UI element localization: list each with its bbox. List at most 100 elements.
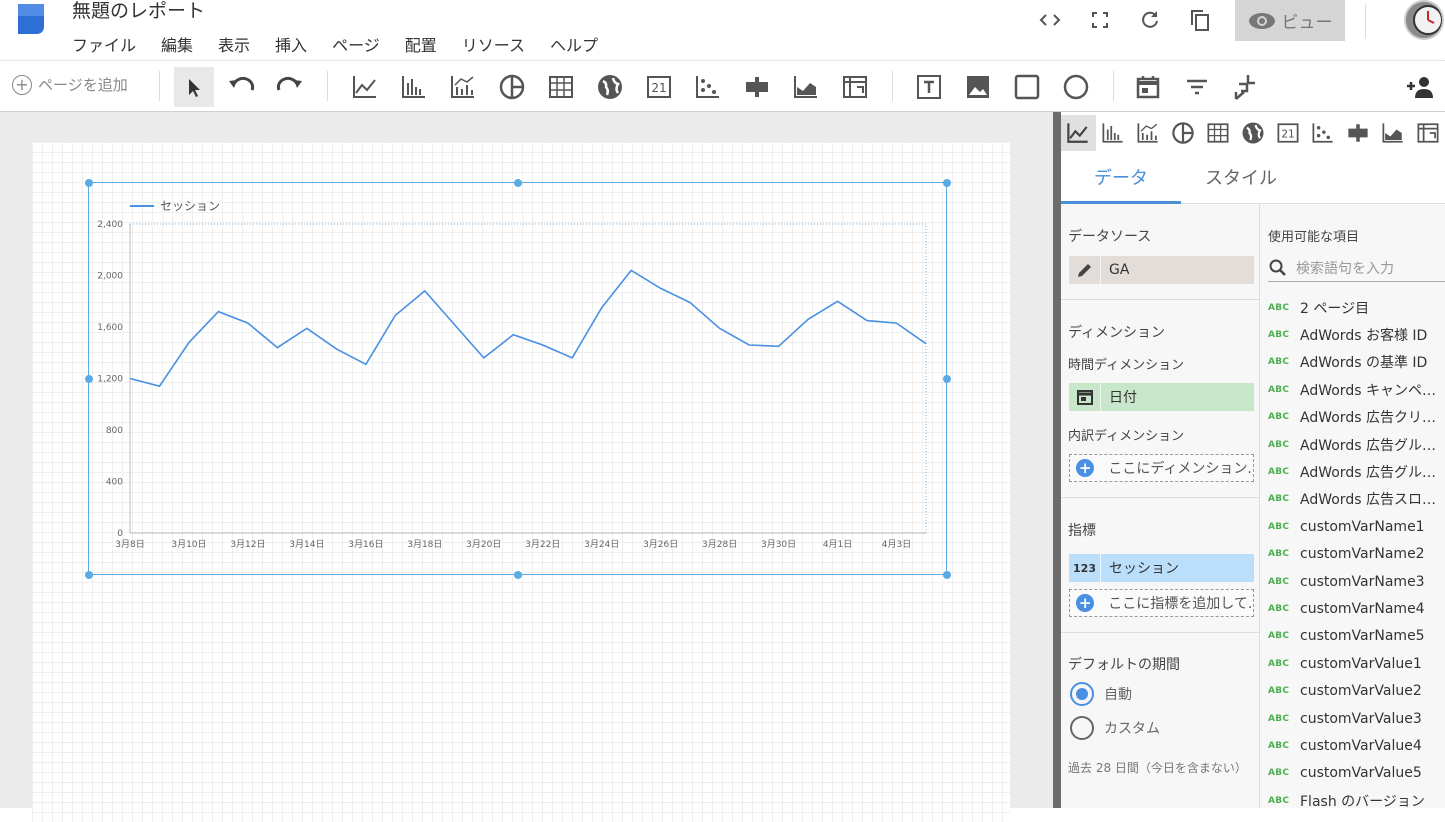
properties-panel: 21 データ スタイル データソース GA ディメンション 時間ディメンション …: [1053, 112, 1445, 808]
resize-handle-top[interactable]: [513, 178, 522, 187]
text-type-icon: ABC: [1268, 549, 1290, 560]
combo-chart-icon[interactable]: [447, 71, 479, 103]
date-range-icon[interactable]: [1132, 71, 1164, 103]
field-item[interactable]: ABC customVarName5: [1268, 623, 1445, 650]
data-control-icon[interactable]: [1230, 71, 1262, 103]
chart-type-scorecard[interactable]: 21: [1270, 115, 1305, 151]
field-item[interactable]: ABC Flash のバージョン: [1268, 787, 1445, 808]
resize-handle-bottom-right[interactable]: [942, 570, 951, 579]
tab-style[interactable]: スタイル: [1181, 156, 1301, 204]
menu-arrange[interactable]: 配置: [405, 32, 437, 56]
chart-type-scatter[interactable]: [1305, 115, 1340, 151]
circle-icon[interactable]: [1060, 71, 1092, 103]
add-dimension-dropzone[interactable]: + ここにディメンション...: [1069, 454, 1254, 482]
resize-handle-bottom-left[interactable]: [84, 570, 93, 579]
field-name: AdWords の基準 ID: [1300, 355, 1428, 372]
bar-chart-icon[interactable]: [398, 71, 430, 103]
radio-custom[interactable]: カスタム: [1070, 716, 1160, 740]
field-item[interactable]: ABC customVarName2: [1268, 541, 1445, 568]
field-item[interactable]: ABC customVarValue2: [1268, 677, 1445, 704]
field-item[interactable]: ABC customVarName1: [1268, 513, 1445, 540]
user-avatar[interactable]: [1404, 0, 1444, 40]
image-icon[interactable]: [962, 71, 994, 103]
text-box-icon[interactable]: [913, 71, 945, 103]
report-title[interactable]: 無題のレポート: [72, 0, 205, 23]
chart-type-combo[interactable]: [1131, 115, 1166, 151]
redo-icon[interactable]: [274, 71, 306, 103]
resize-handle-right[interactable]: [942, 374, 951, 383]
chart-type-table[interactable]: [1201, 115, 1236, 151]
field-item[interactable]: ABC AdWords 広告グループ: [1268, 431, 1445, 458]
radio-auto[interactable]: 自動: [1070, 682, 1132, 706]
field-item[interactable]: ABC AdWords キャンペー...: [1268, 376, 1445, 403]
data-source-name: GA: [1109, 262, 1130, 278]
field-name: AdWords 広告クリエ...: [1300, 410, 1445, 427]
chart-type-bullet[interactable]: [1340, 115, 1375, 151]
menu-view[interactable]: 表示: [218, 32, 250, 56]
menu-file[interactable]: ファイル: [72, 32, 136, 56]
metric-chip[interactable]: 123 セッション: [1069, 554, 1254, 582]
panel-resize-edge[interactable]: [1053, 112, 1061, 808]
select-tool-button[interactable]: [174, 67, 214, 107]
data-source-chip[interactable]: GA: [1069, 256, 1254, 284]
refresh-icon[interactable]: [1138, 8, 1162, 32]
chart-type-time-series[interactable]: [1061, 115, 1096, 151]
add-page-label: ページを追加: [38, 76, 128, 94]
field-item[interactable]: ABC customVarValue4: [1268, 732, 1445, 759]
resize-handle-bottom[interactable]: [513, 570, 522, 579]
field-item[interactable]: ABC AdWords 広告スロット: [1268, 486, 1445, 513]
menu-insert[interactable]: 挿入: [275, 32, 307, 56]
data-studio-logo-icon[interactable]: [14, 2, 48, 36]
undo-icon[interactable]: [225, 71, 257, 103]
add-page-button[interactable]: + ページを追加: [12, 74, 128, 95]
text-type-icon: ABC: [1268, 467, 1290, 478]
area-chart-icon[interactable]: [790, 71, 822, 103]
rectangle-icon[interactable]: [1011, 71, 1043, 103]
field-item[interactable]: ABC AdWords 広告クリエ...: [1268, 404, 1445, 431]
chart-type-pivot[interactable]: [1410, 115, 1445, 151]
embed-code-icon[interactable]: [1038, 8, 1062, 32]
field-search-input[interactable]: 検索語句を入力: [1268, 254, 1445, 282]
chart-type-bar[interactable]: [1096, 115, 1131, 151]
field-item[interactable]: ABC customVarValue3: [1268, 705, 1445, 732]
view-button-label: ビュー: [1281, 13, 1333, 33]
scorecard-icon[interactable]: 21: [643, 71, 675, 103]
pivot-table-icon[interactable]: [839, 71, 871, 103]
fullscreen-icon[interactable]: [1088, 8, 1112, 32]
chart-type-geo[interactable]: [1236, 115, 1271, 151]
menu-edit[interactable]: 編集: [161, 32, 193, 56]
report-page[interactable]: 0 400 800 1,200 1,600 2,000 2,400 3月8日 3月10日 3月12…: [32, 142, 1010, 822]
resize-handle-left[interactable]: [84, 374, 93, 383]
radio-unselected-icon: [1070, 716, 1094, 740]
resize-handle-top-right[interactable]: [942, 178, 951, 187]
field-item[interactable]: ABC AdWords お客様 ID: [1268, 321, 1445, 348]
field-item[interactable]: ABC customVarName3: [1268, 568, 1445, 595]
geo-map-icon[interactable]: [594, 71, 626, 103]
table-icon[interactable]: [545, 71, 577, 103]
time-dimension-chip[interactable]: 日付: [1069, 383, 1254, 411]
view-button[interactable]: ビュー: [1235, 0, 1345, 41]
pie-chart-icon[interactable]: [496, 71, 528, 103]
field-item[interactable]: ABC customVarValue5: [1268, 760, 1445, 787]
tab-data[interactable]: データ: [1061, 156, 1181, 204]
resize-handle-top-left[interactable]: [84, 178, 93, 187]
field-item[interactable]: ABC customVarValue1: [1268, 650, 1445, 677]
menu-page[interactable]: ページ: [332, 32, 380, 56]
pencil-icon[interactable]: [1069, 256, 1101, 284]
bullet-chart-icon[interactable]: [741, 71, 773, 103]
menu-help[interactable]: ヘルプ: [550, 32, 598, 56]
scatter-chart-icon[interactable]: [692, 71, 724, 103]
copy-icon[interactable]: [1188, 8, 1212, 32]
field-item[interactable]: ABC AdWords の基準 ID: [1268, 349, 1445, 376]
share-add-person-icon[interactable]: [1404, 71, 1436, 103]
field-item[interactable]: ABC AdWords 広告グルー...: [1268, 458, 1445, 485]
chart-selection-frame[interactable]: [84, 178, 951, 579]
filter-control-icon[interactable]: [1181, 71, 1213, 103]
time-series-chart-icon[interactable]: [349, 71, 381, 103]
menu-resource[interactable]: リソース: [462, 32, 525, 56]
chart-type-area[interactable]: [1375, 115, 1410, 151]
add-metric-dropzone[interactable]: + ここに指標を追加して...: [1069, 589, 1254, 617]
field-item[interactable]: ABC customVarName4: [1268, 595, 1445, 622]
field-item[interactable]: ABC 2 ページ目: [1268, 294, 1445, 321]
chart-type-pie[interactable]: [1166, 115, 1201, 151]
